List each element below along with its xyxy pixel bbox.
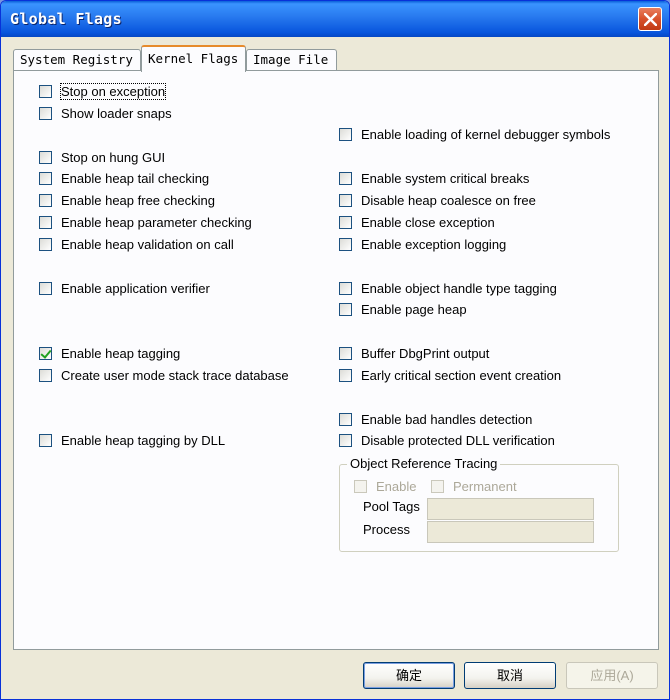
option-kernel-debugger-symbols[interactable]: Enable loading of kernel debugger symbol… [339, 124, 610, 144]
option-heap-tail-checking[interactable]: Enable heap tail checking [39, 168, 209, 188]
checkbox[interactable] [39, 281, 52, 295]
apply-button[interactable]: 应用(A) [566, 662, 658, 689]
checkbox-disabled[interactable] [431, 479, 444, 493]
checkbox[interactable] [339, 237, 352, 251]
process-label: Process [363, 522, 410, 537]
option-label: Enable application verifier [61, 280, 210, 296]
option-bad-handles-detection[interactable]: Enable bad handles detection [339, 409, 532, 429]
checkbox[interactable] [339, 171, 352, 185]
checkbox[interactable] [339, 433, 352, 447]
option-page-heap[interactable]: Enable page heap [339, 299, 467, 319]
option-label: Create user mode stack trace database [61, 367, 289, 383]
option-label: Enable heap free checking [61, 192, 215, 208]
option-label: Enable heap validation on call [61, 236, 234, 252]
option-heap-free-checking[interactable]: Enable heap free checking [39, 190, 215, 210]
checkbox[interactable] [39, 150, 52, 164]
option-label: Enable heap tagging [61, 345, 181, 361]
option-label: Enable heap tagging by DLL [61, 432, 226, 448]
ort-permanent[interactable]: Permanent [431, 476, 517, 496]
option-label: Enable [376, 478, 417, 494]
option-label: Disable protected DLL verification [361, 432, 555, 448]
tab-system-registry[interactable]: System Registry [13, 49, 141, 71]
global-flags-dialog: Global Flags System Registry Kernel Flag… [0, 0, 670, 700]
option-object-handle-type-tagging[interactable]: Enable object handle type tagging [339, 278, 557, 298]
option-label: Disable heap coalesce on free [361, 192, 536, 208]
checkbox[interactable] [339, 302, 352, 316]
object-reference-tracing-group: Object Reference Tracing Enable Permanen… [339, 456, 619, 552]
checkbox[interactable] [339, 215, 352, 229]
close-button[interactable] [638, 7, 662, 31]
option-heap-tagging[interactable]: Enable heap tagging [39, 343, 180, 363]
option-label: Enable system critical breaks [361, 170, 530, 186]
checkbox[interactable] [39, 171, 52, 185]
option-label: Enable exception logging [361, 236, 507, 252]
checkbox[interactable] [39, 84, 52, 98]
checkbox[interactable] [39, 237, 52, 251]
option-label: Buffer DbgPrint output [361, 345, 490, 361]
option-heap-validation-on-call[interactable]: Enable heap validation on call [39, 234, 234, 254]
checkbox[interactable] [339, 412, 352, 426]
option-label: Enable page heap [361, 301, 467, 317]
option-stop-on-hung-gui[interactable]: Stop on hung GUI [39, 147, 165, 167]
option-system-critical-breaks[interactable]: Enable system critical breaks [339, 168, 529, 188]
checkbox[interactable] [39, 215, 52, 229]
option-buffer-dbgprint[interactable]: Buffer DbgPrint output [339, 343, 489, 363]
ort-enable[interactable]: Enable [354, 476, 416, 496]
option-heap-tagging-by-dll[interactable]: Enable heap tagging by DLL [39, 430, 225, 450]
process-field[interactable] [427, 521, 594, 543]
title-bar[interactable]: Global Flags [1, 1, 669, 37]
checkbox[interactable] [39, 368, 52, 382]
option-disable-protected-dll[interactable]: Disable protected DLL verification [339, 430, 555, 450]
checkbox[interactable] [39, 193, 52, 207]
option-label: Enable heap tail checking [61, 170, 210, 186]
option-disable-heap-coalesce[interactable]: Disable heap coalesce on free [339, 190, 536, 210]
window-title: Global Flags [10, 10, 122, 28]
checkbox-disabled[interactable] [354, 479, 367, 493]
option-label: Enable loading of kernel debugger symbol… [361, 126, 611, 142]
option-label: Show loader snaps [61, 105, 172, 121]
tab-kernel-flags[interactable]: Kernel Flags [141, 45, 246, 72]
option-label: Enable heap parameter checking [61, 214, 252, 230]
option-label: Early critical section event creation [361, 367, 562, 383]
tab-image-file[interactable]: Image File [246, 49, 337, 71]
pool-tags-label: Pool Tags [363, 499, 420, 514]
option-close-exception[interactable]: Enable close exception [339, 212, 495, 232]
checkbox[interactable] [39, 433, 52, 447]
checkbox[interactable] [39, 106, 52, 120]
option-label: Stop on exception [59, 82, 167, 100]
cancel-button[interactable]: 取消 [464, 662, 556, 689]
option-application-verifier[interactable]: Enable application verifier [39, 278, 210, 298]
option-show-loader-snaps[interactable]: Show loader snaps [39, 103, 172, 123]
option-label: Permanent [453, 478, 517, 494]
close-icon [644, 13, 657, 26]
option-early-critical-section[interactable]: Early critical section event creation [339, 365, 561, 385]
checkbox[interactable] [339, 127, 352, 141]
checkbox[interactable] [339, 281, 352, 295]
option-label: Enable object handle type tagging [361, 280, 557, 296]
group-title: Object Reference Tracing [347, 456, 501, 471]
checkbox[interactable] [339, 368, 352, 382]
option-exception-logging[interactable]: Enable exception logging [339, 234, 506, 254]
option-stop-on-exception[interactable]: Stop on exception [39, 81, 167, 101]
checkbox[interactable] [339, 193, 352, 207]
option-label: Enable bad handles detection [361, 411, 533, 427]
option-heap-parameter-checking[interactable]: Enable heap parameter checking [39, 212, 252, 232]
ok-button[interactable]: 确定 [363, 662, 455, 689]
option-label: Stop on hung GUI [61, 149, 166, 165]
option-label: Enable close exception [361, 214, 495, 230]
option-user-mode-stack-trace[interactable]: Create user mode stack trace database [39, 365, 289, 385]
kernel-flags-panel: Stop on exception Show loader snaps Stop… [13, 70, 659, 650]
checkbox-checked[interactable] [39, 346, 52, 360]
pool-tags-field[interactable] [427, 498, 594, 520]
checkbox[interactable] [339, 346, 352, 360]
